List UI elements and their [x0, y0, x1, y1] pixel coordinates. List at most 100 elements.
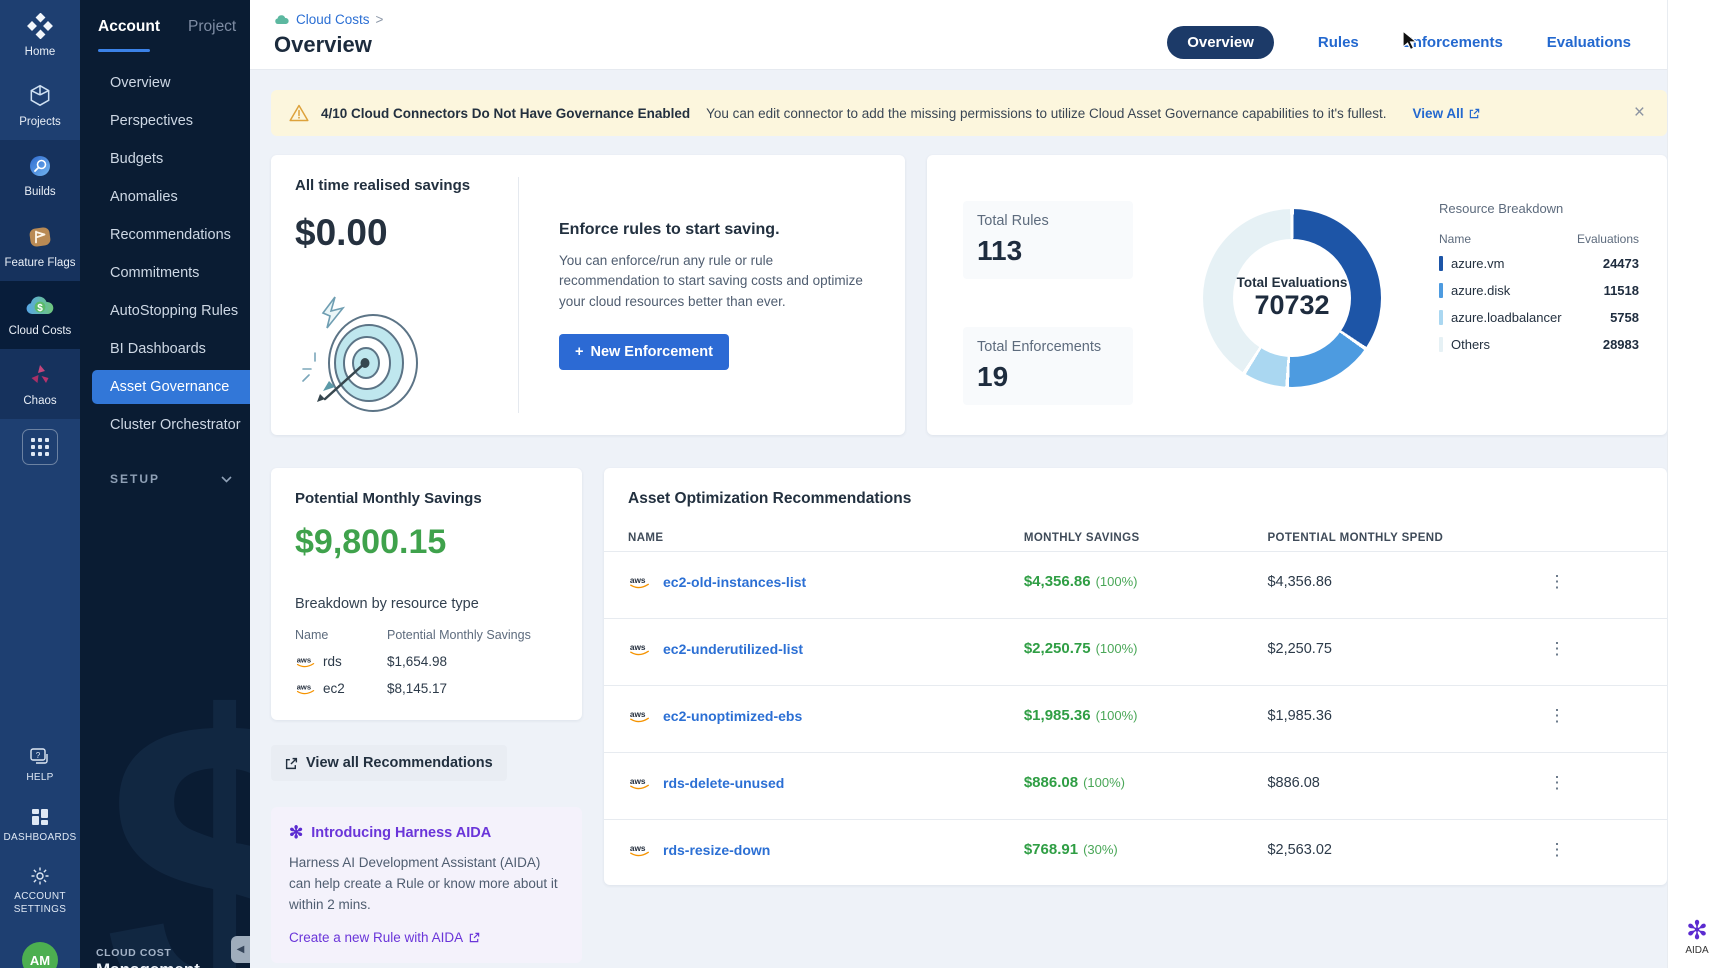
cloud-costs-sidebar: Account Project Overview Perspectives Bu… [80, 0, 250, 968]
sidebar-item-budgets[interactable]: Budgets [80, 142, 250, 176]
module-picker-button[interactable] [22, 429, 58, 465]
svg-text:aws: aws [630, 775, 646, 785]
rule-link[interactable]: ec2-old-instances-list [663, 574, 806, 590]
sidebar-item-recommendations[interactable]: Recommendations [80, 218, 250, 252]
svg-text:aws: aws [630, 641, 646, 651]
row-kebab-menu[interactable]: ⋮ [1537, 840, 1577, 860]
rail-item-label: Builds [24, 186, 55, 199]
row-kebab-menu[interactable]: ⋮ [1537, 639, 1577, 659]
total-rules-label: Total Rules [977, 213, 1119, 229]
aida-body: Harness AI Development Assistant (AIDA) … [289, 853, 564, 916]
potential-savings-title: Potential Monthly Savings [295, 490, 558, 507]
aida-create-rule-link[interactable]: Create a new Rule with AIDA [289, 930, 480, 945]
sidebar-item-asset-governance[interactable]: Asset Governance [92, 370, 250, 404]
rail-bottom-label: DASHBOARDS [3, 832, 76, 845]
new-enforcement-button[interactable]: + New Enforcement [559, 334, 729, 370]
enforce-cta-title: Enforce rules to start saving. [559, 221, 875, 239]
plus-icon: + [575, 344, 583, 360]
sidebar-collapse-button[interactable]: ◀ [231, 936, 250, 963]
active-tab-underline [98, 49, 150, 52]
rail-item-projects[interactable]: Projects [0, 70, 80, 140]
rule-link[interactable]: ec2-underutilized-list [663, 641, 803, 657]
page-gutter: ✻ AIDA [1667, 0, 1726, 968]
tab-overview[interactable]: Overview [1167, 26, 1274, 59]
cloud-costs-icon: $ [25, 294, 55, 318]
breakdown-row: aws ec2 $8,145.17 [295, 681, 558, 696]
aws-icon: aws [628, 708, 652, 724]
aida-title: Introducing Harness AIDA [311, 825, 491, 841]
scope-tab-project[interactable]: Project [188, 18, 236, 36]
row-kebab-menu[interactable]: ⋮ [1537, 773, 1577, 793]
col-header-monthly-savings: MONTHLY SAVINGS [1024, 532, 1268, 544]
recommendations-table-title: Asset Optimization Recommendations [604, 490, 1667, 508]
brand-line-1: CLOUD COST [96, 947, 200, 960]
dashboards-button[interactable]: DASHBOARDS [3, 807, 76, 845]
page-header: Cloud Costs > Overview Overview Rules En… [250, 0, 1667, 70]
sidebar-item-overview[interactable]: Overview [80, 66, 250, 100]
breadcrumb: Cloud Costs > [274, 12, 383, 27]
total-enforcements-stat: Total Enforcements 19 [963, 327, 1133, 405]
harness-logo-icon [27, 13, 53, 39]
breakdown-col-name: Name [295, 628, 387, 642]
aida-flower-icon: ✻ [289, 823, 303, 843]
legend-chip [1439, 256, 1443, 271]
aida-fab-label: AIDA [1685, 945, 1708, 956]
sidebar-item-cluster-orchestrator[interactable]: Cluster Orchestrator [80, 408, 250, 442]
enforce-cta-body: You can enforce/run any rule or rule rec… [559, 251, 875, 312]
user-avatar[interactable]: AM [22, 942, 58, 968]
banner-view-all-link[interactable]: View All [1413, 106, 1480, 121]
banner-body: You can edit connector to add the missin… [706, 106, 1386, 121]
tab-enforcements[interactable]: Enforcements [1403, 34, 1503, 51]
aida-intro-card: ✻ Introducing Harness AIDA Harness AI De… [271, 807, 582, 963]
svg-text:$: $ [37, 303, 43, 314]
dollar-watermark: $ [104, 624, 250, 968]
help-button[interactable]: ? HELP [26, 747, 53, 785]
row-kebab-menu[interactable]: ⋮ [1537, 706, 1577, 726]
projects-cube-icon [27, 83, 53, 109]
legend-row: azure.loadbalancer 5758 [1439, 304, 1639, 331]
setup-label: SETUP [110, 472, 160, 486]
legend-row: azure.disk 11518 [1439, 277, 1639, 304]
scope-tab-account[interactable]: Account [98, 18, 160, 36]
svg-text:aws: aws [630, 842, 646, 852]
sidebar-item-autostopping-rules[interactable]: AutoStopping Rules [80, 294, 250, 328]
rail-item-label: Home [25, 46, 56, 59]
gear-icon [30, 866, 50, 886]
setup-section-toggle[interactable]: SETUP [80, 446, 250, 486]
rail-item-chaos[interactable]: Chaos [0, 349, 80, 419]
rail-item-label: Cloud Costs [9, 325, 72, 338]
rule-link[interactable]: rds-resize-down [663, 842, 770, 858]
rule-link[interactable]: rds-delete-unused [663, 775, 784, 791]
rule-link[interactable]: ec2-unoptimized-ebs [663, 708, 802, 724]
tab-rules[interactable]: Rules [1318, 34, 1359, 51]
sidebar-item-perspectives[interactable]: Perspectives [80, 104, 250, 138]
table-row: aws ec2-underutilized-list $2,250.75(100… [604, 618, 1667, 678]
banner-close-icon[interactable]: × [1630, 102, 1649, 124]
page-title: Overview [274, 32, 383, 58]
legend-col-evaluations: Evaluations [1577, 232, 1639, 246]
sidebar-item-anomalies[interactable]: Anomalies [80, 180, 250, 214]
governance-tabs: Overview Rules Enforcements Evaluations [1167, 26, 1631, 59]
chaos-icon [27, 362, 53, 388]
view-all-recommendations-button[interactable]: View all Recommendations [271, 745, 507, 781]
tab-evaluations[interactable]: Evaluations [1547, 34, 1631, 51]
potential-savings-amount: $9,800.15 [295, 523, 558, 562]
sidebar-item-bi-dashboards[interactable]: BI Dashboards [80, 332, 250, 366]
svg-text:?: ? [36, 751, 41, 760]
row-kebab-menu[interactable]: ⋮ [1537, 572, 1577, 592]
sidebar-menu: Overview Perspectives Budgets Anomalies … [80, 66, 250, 442]
main-area: Cloud Costs > Overview Overview Rules En… [250, 0, 1726, 968]
sidebar-item-commitments[interactable]: Commitments [80, 256, 250, 290]
target-illustration [289, 291, 429, 419]
rail-item-cloud-costs[interactable]: $ Cloud Costs [0, 281, 80, 349]
aida-assistant-button[interactable]: ✻ AIDA [1685, 917, 1708, 956]
account-settings-button[interactable]: ACCOUNT SETTINGS [0, 866, 80, 916]
rail-item-builds[interactable]: Builds [0, 140, 80, 210]
rail-item-feature-flags[interactable]: Feature Flags [0, 211, 80, 281]
legend-title: Resource Breakdown [1439, 201, 1639, 216]
help-chat-icon: ? [29, 747, 51, 767]
rail-item-label: Feature Flags [5, 257, 76, 270]
breadcrumb-link-cloud-costs[interactable]: Cloud Costs [296, 12, 370, 27]
aws-icon: aws [628, 775, 652, 791]
rail-item-home[interactable]: Home [0, 0, 80, 70]
